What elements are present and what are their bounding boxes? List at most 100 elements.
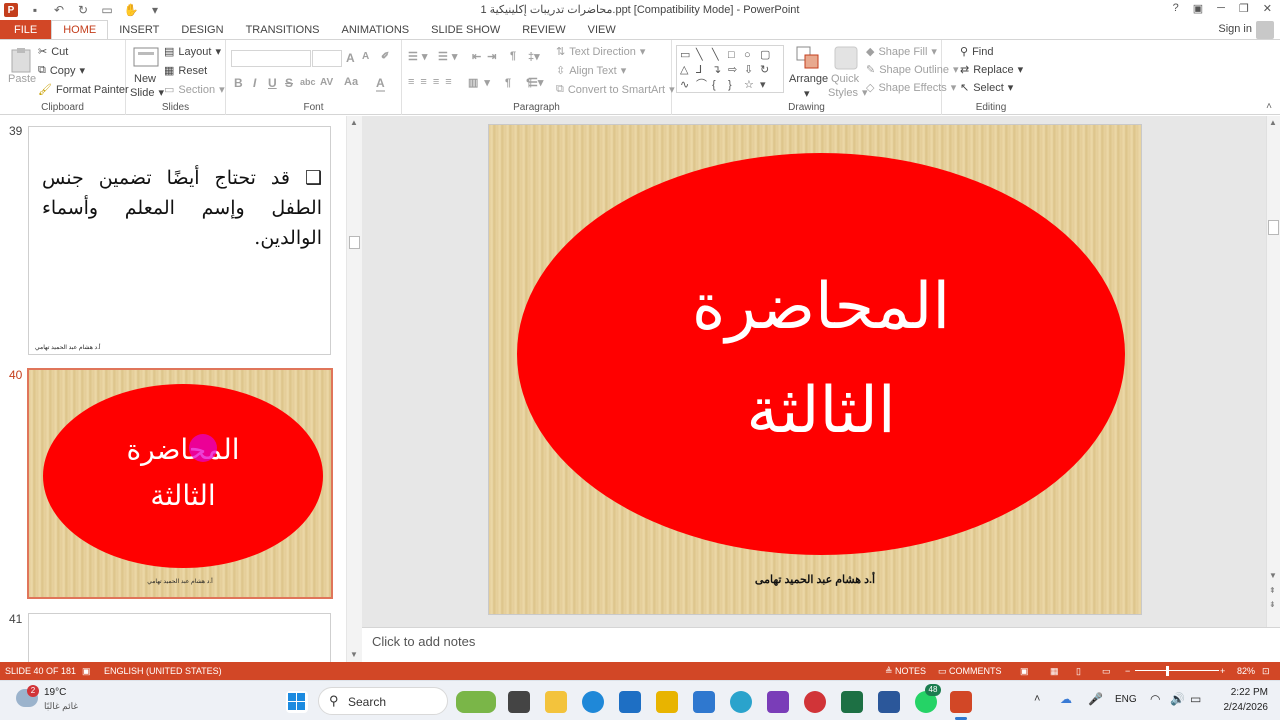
tab-home[interactable]: HOME bbox=[51, 20, 109, 39]
tab-slide-show[interactable]: SLIDE SHOW bbox=[420, 20, 511, 39]
file-explorer-icon[interactable] bbox=[545, 691, 567, 713]
more-shapes-icon[interactable]: ▾ bbox=[760, 78, 776, 92]
underline-button[interactable]: U bbox=[268, 76, 277, 90]
indent-icons[interactable]: ⇤⇥ bbox=[472, 50, 502, 63]
zoom-out-icon[interactable]: − bbox=[1125, 666, 1130, 676]
notepad-icon[interactable] bbox=[693, 691, 715, 713]
photos-icon[interactable] bbox=[767, 691, 789, 713]
app-icon[interactable] bbox=[730, 691, 752, 713]
slide-title-line2[interactable]: الثالثة bbox=[517, 361, 1125, 461]
format-painter-button[interactable]: 🖌 Format Painter bbox=[38, 83, 129, 97]
rtl-icon[interactable]: ¶ bbox=[510, 50, 516, 62]
current-slide[interactable]: المحاضرة الثالثة أ.د هشام عبد الحميد تها… bbox=[488, 124, 1142, 615]
weather-desc[interactable]: غائم غالبًا bbox=[44, 701, 78, 712]
collapse-ribbon-icon[interactable]: ˄ bbox=[1266, 101, 1272, 112]
zoom-slider[interactable] bbox=[1135, 670, 1219, 671]
input-language[interactable]: ENG bbox=[1115, 694, 1137, 705]
task-view-icon[interactable] bbox=[508, 691, 530, 713]
minimize-icon[interactable]: ─ bbox=[1217, 2, 1225, 15]
slideshow-view-icon[interactable]: ▭ bbox=[1102, 666, 1111, 677]
line-spacing-icon[interactable]: ‡▾ bbox=[528, 50, 540, 63]
slide-title-line1[interactable]: المحاضرة bbox=[517, 257, 1125, 357]
clock-time[interactable]: 2:22 PM bbox=[1220, 687, 1268, 698]
wifi-icon[interactable]: ◠ bbox=[1150, 692, 1160, 706]
rounded-rect-shape-icon[interactable]: ▢ bbox=[760, 48, 776, 62]
arrow-shape-icon[interactable]: ⇩ bbox=[744, 63, 760, 77]
scroll-down-icon[interactable]: ▼ bbox=[350, 650, 358, 659]
slide-thumbnail-41[interactable] bbox=[28, 613, 331, 662]
replace-button[interactable]: ⇄ Replace ▾ bbox=[960, 63, 1023, 77]
font-name-combo[interactable] bbox=[231, 50, 311, 67]
brace-shape-icon[interactable]: } bbox=[728, 78, 744, 92]
oval-shape-icon[interactable]: ○ bbox=[744, 48, 760, 62]
curve-shape-icon[interactable]: ⌒ bbox=[696, 78, 712, 92]
restore-icon[interactable]: ❐ bbox=[1239, 2, 1249, 15]
scroll-up-icon[interactable]: ▲ bbox=[350, 118, 358, 127]
section-button[interactable]: ▭ Section ▾ bbox=[164, 83, 225, 97]
next-slide-icon[interactable]: ⇟ bbox=[1269, 600, 1276, 609]
edge-browser-icon[interactable] bbox=[582, 691, 604, 713]
taskbar-search[interactable]: ⚲ Search bbox=[318, 687, 448, 715]
new-slide-icon[interactable] bbox=[132, 44, 160, 74]
layout-button[interactable]: ▤ Layout ▾ bbox=[164, 45, 221, 59]
line-shape-icon[interactable]: ╲ bbox=[712, 48, 728, 62]
pdf-app-icon[interactable] bbox=[804, 691, 826, 713]
reset-button[interactable]: ▦ Reset bbox=[164, 64, 207, 78]
slide-thumbnail-39[interactable]: ❑ قد تحتاج أيضًا تضمين جنس الطفل وإسم ال… bbox=[28, 126, 331, 355]
triangle-shape-icon[interactable]: △ bbox=[680, 63, 696, 77]
line-shape-icon[interactable]: ╲ bbox=[696, 48, 712, 62]
zoom-in-icon[interactable]: + bbox=[1220, 666, 1225, 676]
store-icon[interactable] bbox=[619, 691, 641, 713]
clock-date[interactable]: 2/24/2026 bbox=[1210, 702, 1269, 713]
previous-slide-icon[interactable]: ⇞ bbox=[1269, 586, 1276, 595]
tab-animations[interactable]: ANIMATIONS bbox=[331, 20, 421, 39]
paste-button[interactable]: Paste bbox=[8, 73, 36, 85]
slide-footer[interactable]: أ.د هشام عبد الحميد تهامى bbox=[489, 573, 1141, 586]
shapes-gallery[interactable]: ▭ ╲ ╲ □ ○ ▢ △ ⅃ ↴ ⇨ ⇩ ↻ ∿ ⌒{} ☆ ▾ bbox=[676, 45, 784, 93]
char-spacing-button[interactable]: AV bbox=[320, 77, 333, 88]
text-direction-button[interactable]: ⇅ Text Direction ▾ bbox=[556, 45, 645, 59]
sign-in-link[interactable]: Sign in bbox=[1218, 23, 1252, 35]
italic-button[interactable]: I bbox=[253, 76, 256, 90]
new-slide-button[interactable]: New bbox=[134, 73, 156, 85]
change-case-button[interactable]: Aa bbox=[344, 76, 358, 88]
scroll-thumb[interactable] bbox=[1268, 220, 1279, 235]
shape-outline-button[interactable]: ✎ Shape Outline ▾ bbox=[866, 63, 958, 77]
elbow-shape-icon[interactable]: ↴ bbox=[712, 63, 728, 77]
rect-shape-icon[interactable]: □ bbox=[728, 48, 744, 62]
scroll-down-icon[interactable]: ▼ bbox=[1269, 571, 1277, 580]
shape-fill-button[interactable]: ◆ Shape Fill ▾ bbox=[866, 45, 937, 59]
copy-button[interactable]: ⧉ Copy ▾ bbox=[38, 64, 85, 77]
tab-view[interactable]: VIEW bbox=[577, 20, 627, 39]
microphone-icon[interactable]: 🎤 bbox=[1088, 692, 1103, 706]
find-button[interactable]: ⚲ Find bbox=[960, 45, 993, 59]
bold-button[interactable]: B bbox=[234, 76, 243, 90]
brace-shape-icon[interactable]: { bbox=[712, 78, 728, 92]
numbering-icon[interactable]: ☰▾ bbox=[438, 50, 461, 63]
convert-smartart-button[interactable]: ⧉ Convert to SmartArt ▾ bbox=[556, 83, 675, 96]
tab-insert[interactable]: INSERT bbox=[108, 20, 170, 39]
onedrive-icon[interactable]: ☁ bbox=[1060, 692, 1072, 706]
quick-styles-button[interactable]: Quick bbox=[831, 73, 859, 85]
notes-toggle[interactable]: ≜ NOTES bbox=[885, 666, 926, 677]
slide-thumbnail-40[interactable]: المحاضرة الثالثة أ.د هشام عبد الحميد تها… bbox=[27, 368, 333, 599]
elbow-shape-icon[interactable]: ⅃ bbox=[696, 63, 712, 77]
tab-transitions[interactable]: TRANSITIONS bbox=[235, 20, 331, 39]
grow-font-button[interactable]: A bbox=[346, 51, 355, 65]
select-button[interactable]: ↖ Select ▾ bbox=[960, 81, 1013, 95]
align-text-button[interactable]: ⇳ Align Text ▾ bbox=[556, 64, 626, 78]
powerpoint-taskbar-icon[interactable] bbox=[950, 691, 972, 713]
scroll-up-icon[interactable]: ▲ bbox=[1269, 118, 1277, 127]
align-icon[interactable]: ☰▾ bbox=[528, 76, 543, 89]
close-icon[interactable]: ✕ bbox=[1263, 2, 1272, 15]
bullets-icon[interactable]: ☰▾ bbox=[408, 50, 431, 63]
shadow-button[interactable]: abc bbox=[300, 77, 316, 87]
reading-view-icon[interactable]: ▯ bbox=[1076, 666, 1081, 677]
windows-start-icon[interactable] bbox=[286, 691, 308, 713]
notes-pane[interactable]: Click to add notes bbox=[362, 627, 1280, 662]
volume-icon[interactable]: 🔊 bbox=[1170, 692, 1185, 706]
thumbnails-scrollbar[interactable]: ▲ ▼ bbox=[346, 116, 362, 662]
spelling-icon[interactable]: ▣ bbox=[82, 666, 91, 677]
chevron-down-icon[interactable]: ▾ bbox=[804, 87, 810, 100]
language-status[interactable]: ENGLISH (UNITED STATES) bbox=[104, 666, 222, 676]
